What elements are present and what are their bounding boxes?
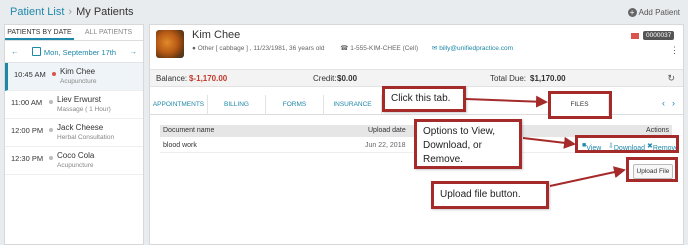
upload-callout-arrow	[549, 166, 626, 187]
callout-click-tab: Click this tab.	[382, 86, 466, 112]
tab-callout-arrow	[465, 95, 548, 108]
options-callout-arrow	[522, 136, 576, 149]
callout-upload-file: Upload file button.	[431, 181, 549, 209]
callout-arrows	[465, 95, 626, 187]
callout-options: Options to View, Download, or Remove.	[414, 119, 522, 169]
